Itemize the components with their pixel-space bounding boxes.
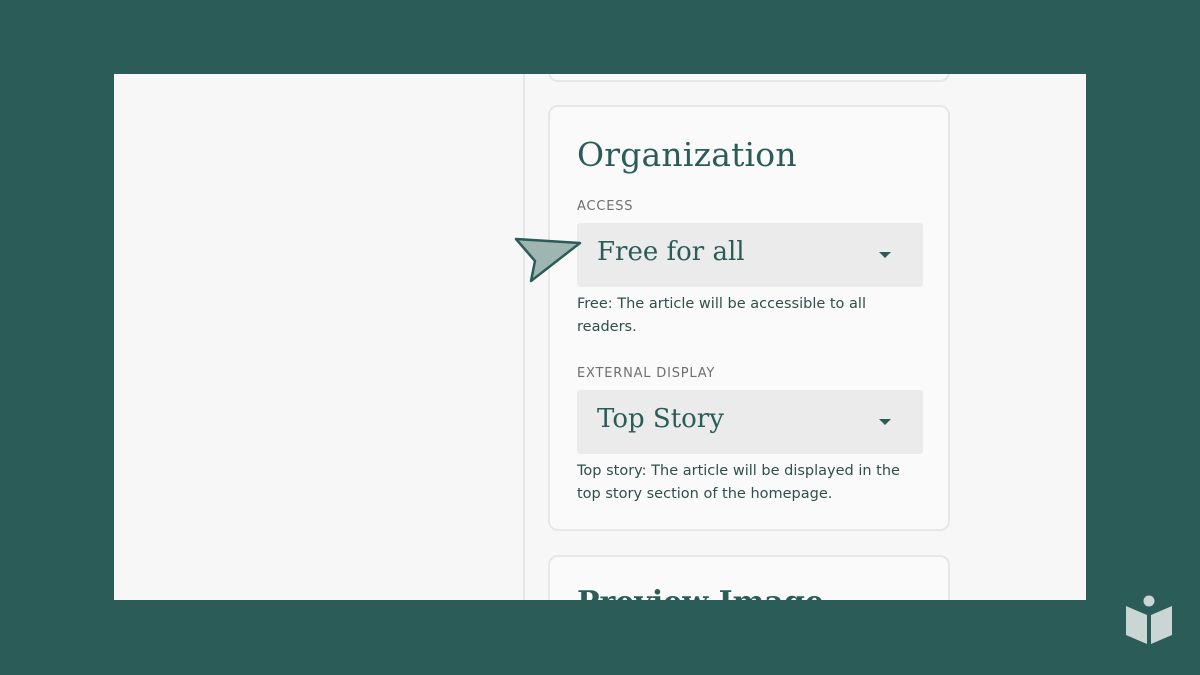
external-display-label: EXTERNAL DISPLAY [577,366,716,381]
app-screen: Organization ACCESS Free for all Free: T… [114,74,1086,600]
reader-book-logo-icon [1126,595,1172,644]
editor-pane [114,74,524,600]
preview-image-title: Preview Image [577,585,824,600]
pointer-arrow-icon [514,237,582,283]
organization-card: Organization ACCESS Free for all Free: T… [548,105,950,531]
video-frame: Organization ACCESS Free for all Free: T… [0,0,1200,675]
external-display-select[interactable]: Top Story [577,390,923,454]
access-help-text: Free: The article will be accessible to … [577,296,866,335]
caret-down-icon [879,419,891,425]
external-display-select-value: Top Story [597,404,724,434]
access-select[interactable]: Free for all [577,223,923,287]
pane-divider [523,74,525,600]
caret-down-icon [879,252,891,258]
access-label: ACCESS [577,199,634,214]
organization-title: Organization [577,135,797,174]
access-select-value: Free for all [597,237,745,267]
previous-card [548,74,950,82]
preview-image-card: Preview Image [548,555,950,600]
external-display-help-text: Top story: The article will be displayed… [577,463,900,502]
